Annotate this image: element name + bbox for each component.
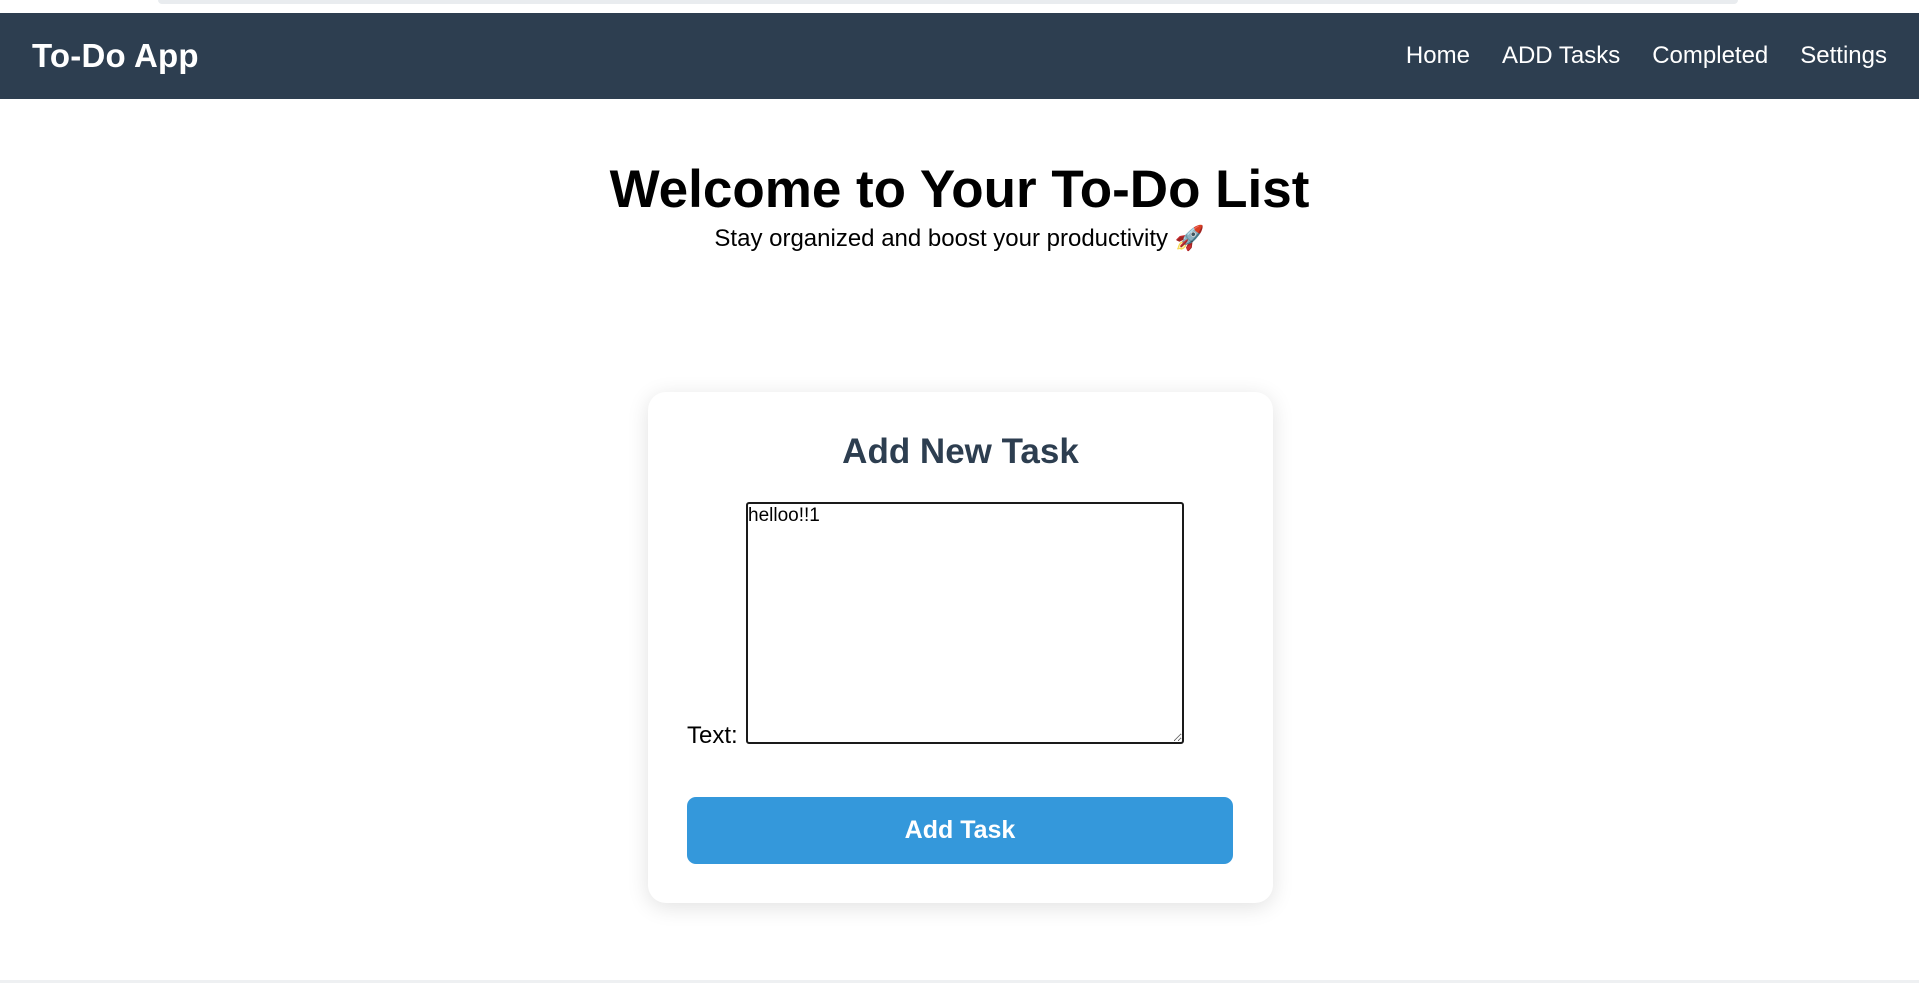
card-title: Add New Task (842, 432, 1079, 471)
task-text-input[interactable] (746, 502, 1184, 744)
navbar: To-Do App Home ADD Tasks Completed Setti… (0, 13, 1919, 99)
text-label: Text: (687, 722, 738, 749)
add-task-card: Add New Task Text: Add Task (648, 392, 1273, 903)
app-brand[interactable]: To-Do App (32, 37, 199, 75)
nav-link-settings[interactable]: Settings (1800, 42, 1887, 70)
hero-section: Welcome to Your To-Do List Stay organize… (0, 158, 1919, 254)
nav-link-add-tasks[interactable]: ADD Tasks (1502, 42, 1620, 70)
nav-link-completed[interactable]: Completed (1652, 42, 1768, 70)
nav-link-home[interactable]: Home (1406, 42, 1470, 70)
browser-top-strip (0, 0, 1919, 13)
nav-links: Home ADD Tasks Completed Settings (1406, 42, 1887, 70)
add-task-button[interactable]: Add Task (687, 797, 1233, 864)
browser-top-bar (158, 0, 1738, 4)
page-subtitle: Stay organized and boost your productivi… (714, 225, 1205, 252)
page-title: Welcome to Your To-Do List (609, 160, 1310, 219)
